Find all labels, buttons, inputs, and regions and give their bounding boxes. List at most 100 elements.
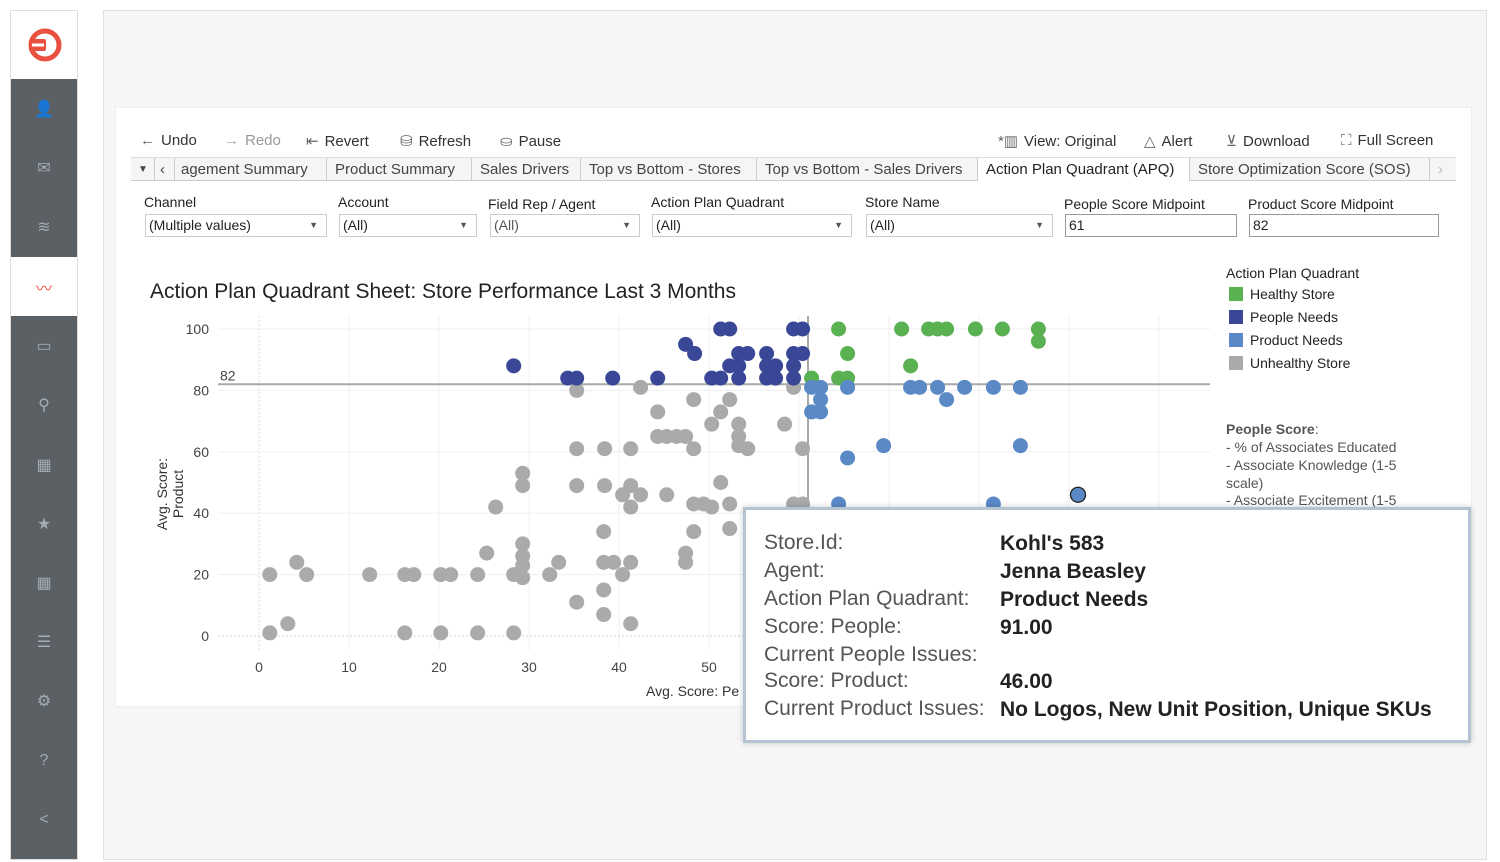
legend-item-product-needs[interactable]: Product Needs xyxy=(1229,332,1343,348)
tooltip-key: Score: People: xyxy=(764,615,902,638)
tooltip-value: 91.00 xyxy=(1000,616,1053,639)
highlighted-point xyxy=(1069,486,1087,503)
x-tick-label: 40 xyxy=(611,659,627,675)
data-point-unhealthy-store xyxy=(795,441,811,457)
data-point-unhealthy-store xyxy=(704,499,720,515)
legend-item-healthy-store[interactable]: Healthy Store xyxy=(1229,286,1335,302)
legend-swatch xyxy=(1229,310,1243,324)
data-point-product-needs xyxy=(1012,438,1028,454)
data-point-unhealthy-store xyxy=(722,496,738,512)
data-point-unhealthy-store xyxy=(299,567,315,583)
data-point-unhealthy-store xyxy=(650,404,666,420)
data-point-unhealthy-store xyxy=(506,625,522,641)
note-line: - % of Associates Educated xyxy=(1226,439,1397,455)
data-point-unhealthy-store xyxy=(397,625,413,641)
data-point-unhealthy-store xyxy=(542,567,558,583)
data-point-product-needs xyxy=(840,450,856,466)
data-point-unhealthy-store xyxy=(722,392,738,408)
data-point-unhealthy-store xyxy=(596,607,612,623)
tooltip-key: Score: Product: xyxy=(764,669,909,692)
data-point-people-needs xyxy=(713,370,729,386)
data-point-product-needs xyxy=(813,404,829,420)
y-tick-label: 40 xyxy=(193,505,209,521)
data-point-unhealthy-store xyxy=(678,554,694,570)
data-point-people-needs xyxy=(740,346,756,362)
y-axis-title: Avg. Score: Product xyxy=(154,457,186,531)
store-tooltip: Store.Id: Kohl's 583 Agent: Jenna Beasley … xyxy=(743,507,1471,743)
data-point-unhealthy-store xyxy=(488,499,504,515)
legend-item-people-needs[interactable]: People Needs xyxy=(1229,309,1338,325)
data-point-unhealthy-store xyxy=(722,521,738,537)
data-point-healthy-store xyxy=(1030,333,1046,349)
data-point-product-needs xyxy=(985,379,1001,395)
data-point-product-needs xyxy=(912,379,928,395)
tooltip-key: Current Product Issues: xyxy=(764,697,985,720)
data-point-unhealthy-store xyxy=(470,567,486,583)
data-point-people-needs xyxy=(786,370,802,386)
data-point-people-needs xyxy=(605,370,621,386)
people-score-heading-text: People Score xyxy=(1226,421,1315,437)
tooltip-value: No Logos, New Unit Position, Unique SKUs xyxy=(1000,698,1432,721)
data-point-people-needs xyxy=(687,346,703,362)
data-point-unhealthy-store xyxy=(713,404,729,420)
x-tick-label: 50 xyxy=(701,659,717,675)
data-point-unhealthy-store xyxy=(686,524,702,540)
data-point-unhealthy-store xyxy=(406,567,422,583)
data-point-healthy-store xyxy=(840,346,856,362)
legend-label: Unhealthy Store xyxy=(1250,355,1351,371)
x-axis-title: Avg. Score: Pe xyxy=(646,683,740,699)
x-tick-label: 0 xyxy=(255,659,263,675)
data-point-people-needs xyxy=(731,370,747,386)
x-tick-label: 20 xyxy=(431,659,447,675)
y-tick-label: 0 xyxy=(201,628,209,644)
y-tick-label: 80 xyxy=(193,382,209,398)
data-point-healthy-store xyxy=(994,321,1010,337)
data-point-unhealthy-store xyxy=(704,416,720,432)
note-line: - Associate Knowledge (1-5 xyxy=(1226,457,1397,473)
data-point-unhealthy-store xyxy=(470,625,486,641)
data-point-unhealthy-store xyxy=(659,487,675,503)
legend-swatch xyxy=(1229,333,1243,347)
data-point-unhealthy-store xyxy=(280,616,296,632)
note-line: scale) xyxy=(1226,475,1264,491)
data-point-unhealthy-store xyxy=(678,428,694,444)
data-point-product-needs xyxy=(876,438,892,454)
data-point-product-needs xyxy=(1012,379,1028,395)
data-point-unhealthy-store xyxy=(606,554,622,570)
data-point-unhealthy-store xyxy=(623,499,639,515)
data-point-healthy-store xyxy=(939,321,955,337)
data-point-unhealthy-store xyxy=(569,594,585,610)
data-point-unhealthy-store xyxy=(289,554,305,570)
x-tick-label: 30 xyxy=(521,659,537,675)
data-point-unhealthy-store xyxy=(596,524,612,540)
y-tick-label: 60 xyxy=(193,444,209,460)
tooltip-value: Product Needs xyxy=(1000,588,1149,611)
data-point-unhealthy-store xyxy=(596,582,612,598)
data-point-healthy-store xyxy=(894,321,910,337)
data-point-people-needs xyxy=(506,358,522,374)
people-score-heading: People Score: xyxy=(1226,421,1319,437)
data-point-unhealthy-store xyxy=(623,616,639,632)
data-point-people-needs xyxy=(795,321,811,337)
data-point-unhealthy-store xyxy=(443,567,459,583)
reference-line-label: 82 xyxy=(220,367,236,383)
data-point-product-needs xyxy=(939,392,955,408)
data-point-people-needs xyxy=(569,370,585,386)
data-point-unhealthy-store xyxy=(479,545,495,561)
y-tick-label: 20 xyxy=(193,567,209,583)
note-line: - Associate Excitement (1-5 xyxy=(1226,492,1397,508)
tooltip-key: Agent: xyxy=(764,559,825,582)
data-point-unhealthy-store xyxy=(686,392,702,408)
data-point-unhealthy-store xyxy=(262,567,278,583)
legend-item-unhealthy-store[interactable]: Unhealthy Store xyxy=(1229,355,1350,371)
tooltip-key: Store.Id: xyxy=(764,531,844,554)
x-tick-label: 10 xyxy=(341,659,357,675)
legend-label: Product Needs xyxy=(1250,332,1343,348)
data-point-unhealthy-store xyxy=(615,487,631,503)
data-point-healthy-store xyxy=(967,321,983,337)
tooltip-value: Kohl's 583 xyxy=(1000,532,1105,555)
data-point-unhealthy-store xyxy=(515,570,531,586)
data-point-healthy-store xyxy=(903,358,919,374)
data-point-unhealthy-store xyxy=(262,625,278,641)
data-point-unhealthy-store xyxy=(433,625,449,641)
